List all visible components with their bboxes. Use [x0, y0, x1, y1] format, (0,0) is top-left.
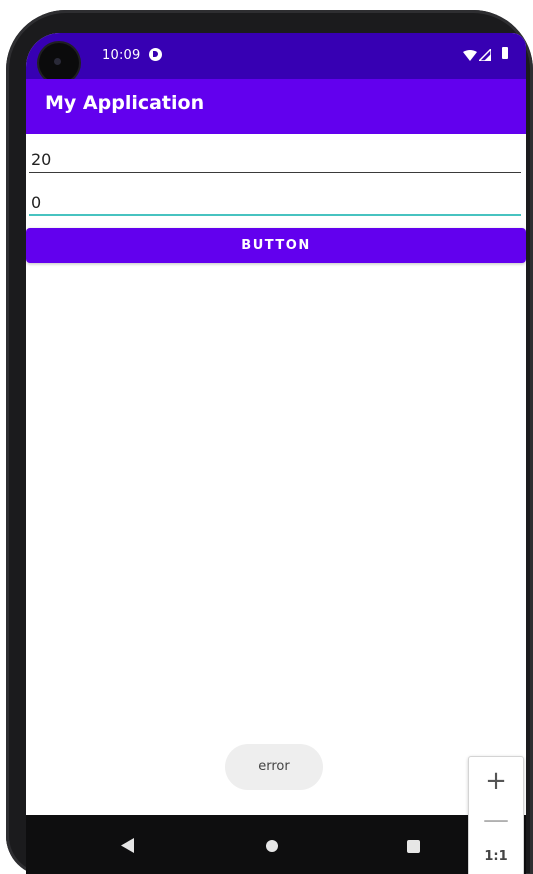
navigation-bar — [26, 815, 526, 874]
camera-cutout-icon — [39, 43, 79, 83]
zoom-in-button[interactable]: + — [469, 761, 523, 801]
number-input-1-underline — [29, 172, 521, 173]
status-bar: 10:09 — [26, 33, 526, 83]
error-toast: error — [225, 744, 323, 790]
zoom-reset-button[interactable]: 1:1 — [469, 841, 523, 873]
recents-icon[interactable] — [407, 840, 420, 853]
status-time: 10:09 — [102, 48, 141, 63]
main-button[interactable]: BUTTON — [26, 228, 526, 263]
number-input-2[interactable]: 0 — [29, 180, 521, 216]
number-input-1-value: 20 — [31, 150, 52, 169]
zoom-out-button[interactable]: — — [469, 801, 523, 839]
number-input-2-value: 0 — [31, 193, 42, 212]
emulator-stage: 10:09 My Application 20 0 BUTTON error +… — [0, 0, 533, 874]
device-screen: 10:09 My Application 20 0 BUTTON error — [26, 33, 526, 874]
app-title: My Application — [45, 92, 205, 114]
signal-icon — [479, 49, 491, 61]
wifi-icon — [463, 50, 477, 61]
app-bar: My Application — [26, 79, 526, 134]
number-input-2-underline — [29, 214, 521, 216]
home-icon[interactable] — [266, 840, 278, 852]
back-icon[interactable] — [121, 838, 134, 853]
zoom-controls: + — 1:1 — [468, 756, 524, 874]
battery-icon — [502, 47, 508, 59]
number-input-1[interactable]: 20 — [29, 137, 521, 173]
notification-icon — [149, 48, 162, 61]
